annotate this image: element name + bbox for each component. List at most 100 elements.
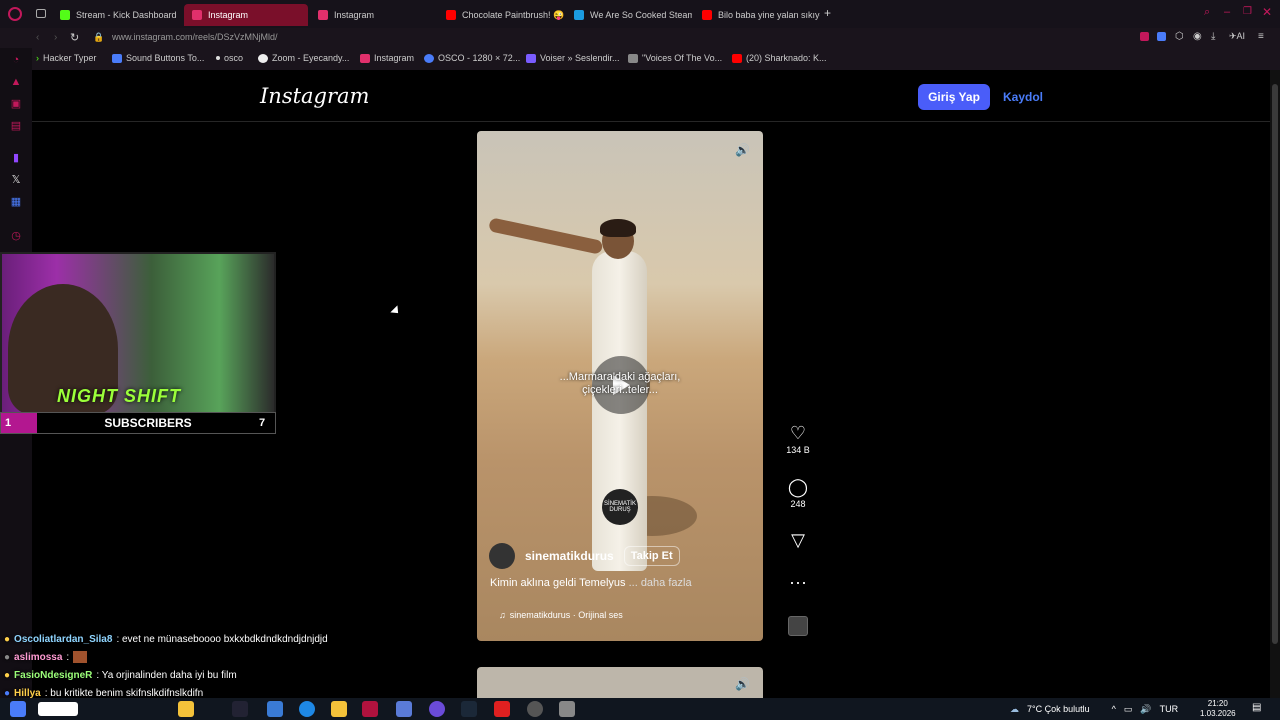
app-icon[interactable]	[267, 701, 283, 717]
profile-icon[interactable]: ◉	[1193, 31, 1202, 42]
player-icon[interactable]: ▲	[10, 76, 22, 88]
app-icon[interactable]	[559, 701, 575, 717]
tab-kick-dashboard[interactable]: Stream - Kick Dashboard	[52, 4, 178, 26]
task-view-icon[interactable]	[232, 701, 248, 717]
header-divider	[32, 121, 1270, 122]
mute-icon[interactable]: 🔊	[735, 143, 751, 159]
share-icon[interactable]: ▽	[784, 530, 812, 550]
url-field[interactable]: www.instagram.com/reels/DSzVzMNjMld/	[112, 32, 278, 42]
bookmark-osco-1280[interactable]: OSCO - 1280 × 72...	[424, 53, 520, 63]
tab-youtube-chocolate[interactable]: Chocolate Paintbrush! 😜 ,	[438, 4, 564, 26]
tray-expand-icon[interactable]: ^	[1112, 704, 1116, 714]
tab-menu-icon[interactable]	[36, 9, 46, 18]
tab-label: Instagram	[334, 10, 375, 20]
signup-link[interactable]: Kaydol	[1003, 90, 1043, 104]
search-tabs-icon[interactable]: ⌕	[1204, 6, 1210, 19]
discord-icon[interactable]	[429, 701, 445, 717]
language-indicator[interactable]: TUR	[1160, 704, 1179, 714]
maximize-icon[interactable]: ❐	[1243, 6, 1252, 17]
mail-icon[interactable]: ▤	[10, 120, 22, 132]
clock-date: 1.03.2026	[1200, 709, 1236, 718]
author-name[interactable]: sinematikdurus	[525, 549, 614, 563]
page-scrollbar[interactable]	[1270, 70, 1280, 698]
reel-video[interactable]: 🔊 ...Marmara'daki ağaçları, çiçekleri..t…	[477, 131, 763, 641]
ai-icon[interactable]: ✈AI	[1229, 31, 1245, 42]
globe-icon	[424, 53, 434, 63]
bookmark-voices[interactable]: "Voices Of The Vo...	[628, 53, 722, 63]
more-options-action[interactable]: ···	[784, 572, 812, 592]
more-link[interactable]: ... daha fazla	[629, 577, 692, 589]
search-box[interactable]	[38, 702, 78, 716]
like-action[interactable]: ♡ 134 B	[784, 423, 812, 455]
bookmark-voiser[interactable]: Voiser » Seslendir...	[526, 53, 620, 63]
next-reel-video[interactable]: 🔊	[477, 667, 763, 698]
system-tray: ☁ 7°C Çok bulutlu ^ ▭ 🔊 TUR	[1010, 698, 1178, 720]
weather-text[interactable]: 7°C Çok bulutlu	[1027, 704, 1090, 714]
follow-button[interactable]: Takip Et	[623, 546, 680, 566]
start-icon[interactable]	[10, 701, 26, 717]
app-icon[interactable]	[396, 701, 412, 717]
figure-hair	[600, 219, 636, 237]
notification-icon[interactable]: ▤	[1252, 702, 1261, 713]
heart-icon[interactable]: ♡	[784, 423, 812, 443]
mute-icon[interactable]: 🔊	[735, 677, 751, 693]
extension-icon[interactable]	[1140, 32, 1149, 41]
tab-steam[interactable]: We Are So Cooked Steam	[566, 4, 692, 26]
bookmark-zoom-eyecandy[interactable]: Zoom - Eyecandy...	[258, 53, 349, 63]
user-badge-icon: ●	[4, 651, 11, 663]
bookmark-instagram[interactable]: Instagram	[360, 53, 414, 63]
file-explorer-icon[interactable]	[331, 701, 347, 717]
bookmark-hacker-typer[interactable]: › Hacker Typer	[36, 53, 96, 63]
comment-icon[interactable]: ◯	[784, 477, 812, 497]
back-icon[interactable]: ‹	[36, 32, 39, 43]
edge-icon[interactable]	[299, 701, 315, 717]
messenger-icon[interactable]: ▣	[10, 98, 22, 110]
tab-instagram[interactable]: Instagram	[310, 4, 436, 26]
comment-action[interactable]: ◯ 248	[784, 477, 812, 509]
twitch-icon[interactable]: ▮	[10, 152, 22, 164]
tab-label: Bilo baba yine yalan sıkıyo	[718, 10, 820, 20]
login-button[interactable]: Giriş Yap	[918, 84, 990, 110]
audio-thumbnail[interactable]	[788, 616, 808, 636]
weather-icon[interactable]: ☁	[1010, 704, 1019, 715]
history-icon[interactable]: ◷	[10, 230, 22, 242]
opera-logo-icon[interactable]	[8, 7, 22, 21]
opera-icon[interactable]	[494, 701, 510, 717]
reel-audio[interactable]: ♫ sinematikdurus · Orijinal ses	[499, 610, 623, 620]
youtube-icon	[732, 53, 742, 63]
obs-icon[interactable]	[527, 701, 543, 717]
share-action[interactable]: ▽	[784, 530, 812, 550]
minimize-icon[interactable]: –	[1224, 6, 1230, 18]
x-icon[interactable]: 𝕏	[10, 174, 22, 186]
menu-icon[interactable]: ≡	[1258, 31, 1264, 42]
forward-icon[interactable]: ›	[54, 32, 57, 43]
bookmark-sound-buttons[interactable]: Sound Buttons To...	[112, 53, 204, 63]
reload-icon[interactable]: ↻	[70, 31, 79, 44]
steam-icon[interactable]	[461, 701, 477, 717]
bookmark-osco[interactable]: osco	[216, 53, 243, 63]
tab-instagram-active[interactable]: Instagram	[184, 4, 308, 26]
volume-icon[interactable]: 🔊	[1140, 704, 1151, 715]
close-window-icon[interactable]: ✕	[1262, 5, 1272, 19]
aria-icon[interactable]: ◔	[10, 54, 22, 66]
chat-overlay: ● Oscoliatlardan_Sila8 : evet ne münaseb…	[4, 630, 424, 702]
taskbar-clock[interactable]: 21:20 1.03.2026	[1200, 699, 1236, 719]
more-options-icon[interactable]: ···	[784, 572, 812, 592]
chat-text: :	[66, 651, 70, 663]
scroll-thumb[interactable]	[1272, 84, 1278, 644]
extension-icon[interactable]	[1157, 32, 1166, 41]
author-avatar[interactable]	[489, 543, 515, 569]
copilot-icon[interactable]	[178, 701, 194, 717]
opera-gx-icon[interactable]	[362, 701, 378, 717]
tab-youtube-bilo[interactable]: Bilo baba yine yalan sıkıyo	[694, 4, 820, 26]
instagram-logo[interactable]: Instagram	[260, 84, 369, 108]
translate-icon[interactable]: ▦	[10, 196, 22, 208]
network-icon[interactable]: ▭	[1124, 704, 1133, 715]
extensions-icon[interactable]: ⬡	[1175, 31, 1184, 42]
new-tab-icon[interactable]: +	[824, 6, 831, 20]
bookmark-label: osco	[224, 53, 244, 63]
subscriber-label: SUBSCRIBERS	[104, 416, 192, 430]
bookmark-sharknado[interactable]: (20) Sharknado: K...	[732, 53, 827, 63]
user-badge-icon: ●	[4, 669, 11, 681]
download-icon[interactable]: ⤓	[1211, 31, 1215, 42]
